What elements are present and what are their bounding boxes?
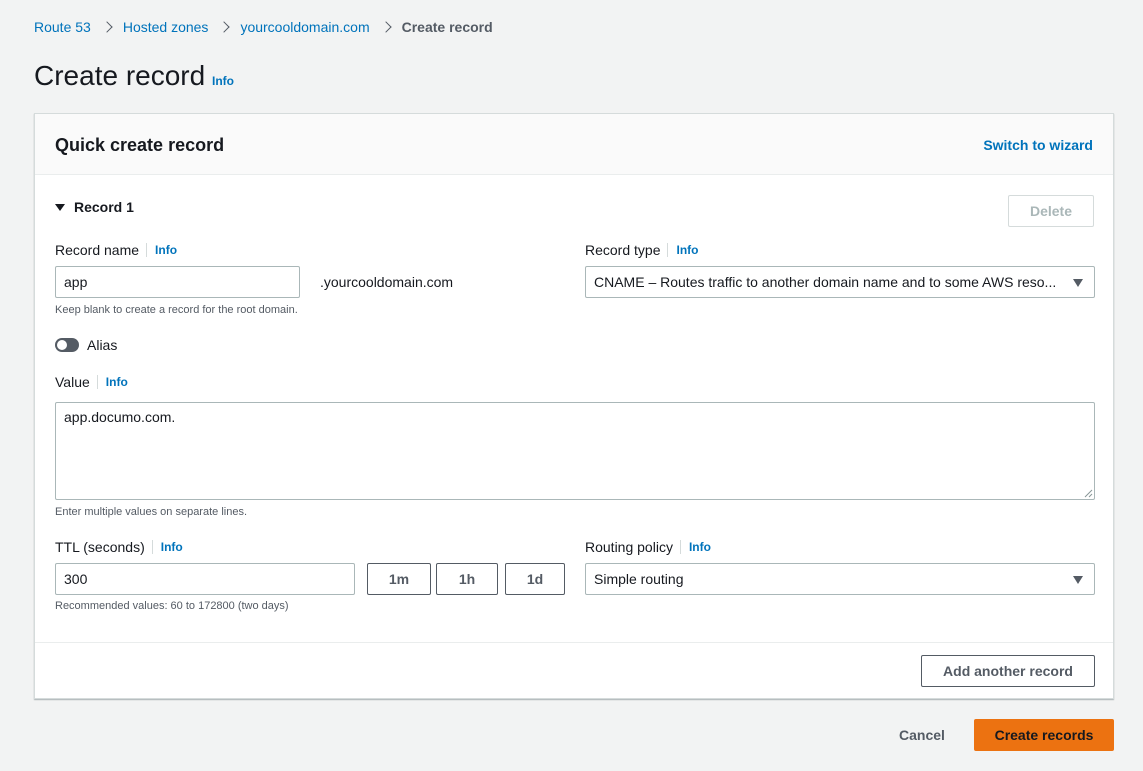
routing-policy-label: Routing policy	[585, 539, 673, 555]
routing-policy-label-row: Routing policy Info	[585, 539, 711, 555]
chevron-right-icon	[370, 17, 402, 37]
ttl-hint: Recommended values: 60 to 172800 (two da…	[55, 600, 289, 612]
caret-down-icon	[1073, 576, 1083, 584]
record-type-label: Record type	[585, 242, 661, 258]
breadcrumb-domain[interactable]: yourcooldomain.com	[240, 19, 369, 35]
record-name-info-link[interactable]: Info	[155, 243, 177, 257]
alias-label: Alias	[87, 337, 118, 353]
ttl-label: TTL (seconds)	[55, 539, 145, 555]
value-info-link[interactable]: Info	[106, 375, 128, 389]
chevron-right-icon	[208, 17, 240, 37]
caret-down-icon	[55, 203, 65, 211]
routing-policy-select[interactable]: Simple routing	[585, 563, 1095, 595]
record-type-value: CNAME – Routes traffic to another domain…	[594, 274, 1057, 290]
record-name-label: Record name	[55, 242, 140, 258]
caret-down-icon	[1073, 279, 1083, 287]
routing-policy-info-link[interactable]: Info	[689, 540, 711, 554]
record-type-info-link[interactable]: Info	[676, 243, 698, 257]
label-divider	[667, 243, 669, 257]
routing-policy-value: Simple routing	[594, 571, 684, 587]
label-divider	[96, 375, 98, 389]
cancel-button[interactable]: Cancel	[884, 719, 960, 751]
value-textarea[interactable]: app.documo.com.	[55, 402, 1095, 500]
domain-suffix: .yourcooldomain.com	[320, 274, 454, 290]
add-another-record-button[interactable]: Add another record	[921, 655, 1095, 687]
chevron-right-icon	[91, 17, 123, 37]
record-name-hint: Keep blank to create a record for the ro…	[55, 304, 298, 316]
panel-title: Quick create record	[55, 135, 225, 155]
page-title: Create record	[34, 60, 206, 91]
label-divider	[146, 243, 148, 257]
record-name-input[interactable]: app	[55, 266, 300, 298]
create-records-button[interactable]: Create records	[974, 719, 1114, 751]
delete-button[interactable]: Delete	[1008, 195, 1094, 227]
ttl-label-row: TTL (seconds) Info	[55, 539, 183, 555]
ttl-1h-button[interactable]: 1h	[436, 563, 498, 595]
value-label: Value	[55, 374, 90, 390]
label-divider	[679, 540, 681, 554]
ttl-input[interactable]: 300	[55, 563, 355, 595]
value-hint: Enter multiple values on separate lines.	[55, 506, 247, 518]
breadcrumb-hosted-zones[interactable]: Hosted zones	[123, 19, 209, 35]
record-1-expander[interactable]: Record 1	[55, 199, 134, 215]
record-type-select[interactable]: CNAME – Routes traffic to another domain…	[585, 266, 1095, 298]
breadcrumb-current: Create record	[401, 19, 493, 35]
quick-create-panel: Quick create record Switch to wizard Rec…	[34, 113, 1114, 699]
ttl-1d-button[interactable]: 1d	[505, 563, 565, 595]
ttl-info-link[interactable]: Info	[161, 540, 183, 554]
alias-toggle[interactable]	[55, 338, 79, 352]
breadcrumb-route53[interactable]: Route 53	[34, 19, 91, 35]
resize-grip-icon[interactable]	[1084, 489, 1093, 498]
panel-footer-divider	[35, 642, 1113, 643]
ttl-1m-button[interactable]: 1m	[367, 563, 431, 595]
label-divider	[151, 540, 153, 554]
toggle-knob	[57, 340, 67, 350]
page-title-info-link[interactable]: Info	[212, 74, 234, 88]
switch-to-wizard-link[interactable]: Switch to wizard	[983, 137, 1093, 153]
breadcrumb: Route 53 Hosted zones yourcooldomain.com…	[34, 17, 493, 37]
value-label-row: Value Info	[55, 374, 128, 390]
panel-header: Quick create record Switch to wizard	[35, 114, 1113, 175]
record-type-label-row: Record type Info	[585, 242, 698, 258]
record-name-label-row: Record name Info	[55, 242, 177, 258]
value-text: app.documo.com.	[64, 409, 176, 425]
record-heading: Record 1	[74, 199, 134, 215]
